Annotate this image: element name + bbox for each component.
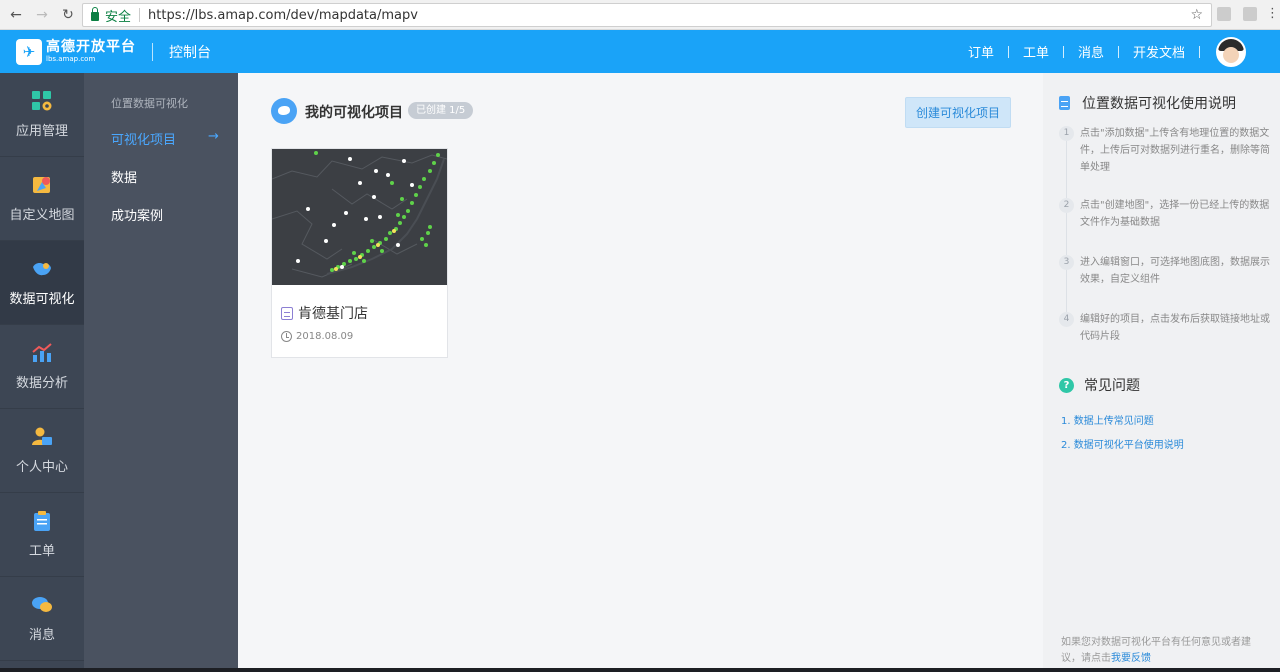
star-icon[interactable]: ☆ <box>1190 7 1203 23</box>
subnav-item-cases[interactable]: 成功案例 <box>111 205 163 224</box>
help-header: 位置数据可视化使用说明 <box>1059 93 1236 113</box>
amap-logo-icon: ✈ <box>16 38 42 65</box>
step-number: 1 <box>1059 126 1074 141</box>
help-panel: 位置数据可视化使用说明 1 点击"添加数据"上传含有地理位置的数据文件，上传后可… <box>1043 73 1280 672</box>
faq-title: 常见问题 <box>1084 378 1140 394</box>
project-name: 肯德基门店 <box>298 306 368 322</box>
subnav-title: 位置数据可视化 <box>111 97 188 110</box>
logo[interactable]: ✈ 高德开放平台 lbs.amap.com <box>16 38 136 65</box>
back-icon[interactable]: ← <box>6 5 26 25</box>
console-link[interactable]: 控制台 <box>169 42 211 62</box>
secondary-nav: 位置数据可视化 可视化项目 → 数据 成功案例 <box>84 73 238 672</box>
sidebar-item-label: 数据可视化 <box>9 292 75 307</box>
help-title: 位置数据可视化使用说明 <box>1082 96 1236 112</box>
china-map-icon <box>271 98 297 124</box>
sidebar-item-messages[interactable]: 消息 <box>0 577 84 661</box>
sidebar-item-label: 消息 <box>28 628 55 643</box>
document-icon <box>1059 96 1070 110</box>
chart-icon <box>32 343 52 362</box>
url-text[interactable]: https://lbs.amap.com/dev/mapdata/mapv <box>148 8 418 23</box>
map-preview-image <box>272 149 447 285</box>
nav-docs[interactable]: 开发文档 <box>1119 42 1199 61</box>
divider <box>1199 45 1200 58</box>
extension-icon[interactable] <box>1217 7 1231 21</box>
chat-icon <box>32 597 52 612</box>
create-project-button[interactable]: 创建可视化项目 <box>905 97 1011 128</box>
question-icon: ? <box>1059 377 1074 393</box>
divider <box>152 42 153 61</box>
sidebar-item-tickets[interactable]: 工单 <box>0 493 84 577</box>
step-number: 4 <box>1059 312 1074 327</box>
arrow-right-icon: → <box>208 129 219 144</box>
browser-bar: ← → ↻ 安全 https://lbs.amap.com/dev/mapdat… <box>0 0 1280 30</box>
lock-icon <box>91 7 99 21</box>
feedback-text: 如果您对数据可视化平台有任何意见或者建议，请点击 <box>1061 637 1251 664</box>
divider <box>139 8 141 22</box>
feedback-link[interactable]: 我要反馈 <box>1111 653 1151 664</box>
extension-shield-icon[interactable] <box>1243 7 1257 21</box>
map-thumbnail[interactable] <box>272 149 447 285</box>
page-title: 我的可视化项目 <box>305 105 403 121</box>
step-text: 编辑好的项目，点击发布后获取链接地址或代码片段 <box>1080 314 1270 342</box>
project-date: 2018.08.09 <box>296 331 354 342</box>
step-connector <box>1066 133 1067 321</box>
subnav-item-data[interactable]: 数据 <box>111 167 137 186</box>
avatar[interactable] <box>1216 37 1246 67</box>
reload-icon[interactable]: ↻ <box>58 5 78 25</box>
custom-map-icon <box>33 177 50 193</box>
clock-icon <box>281 331 292 342</box>
menu-icon[interactable]: ⋮ <box>1266 6 1279 21</box>
main-content: 我的可视化项目 已创建 1/5 创建可视化项目 肯德基门店 2018.08.09 <box>238 73 1043 672</box>
secure-label: 安全 <box>105 9 132 25</box>
sidebar-item-label: 工单 <box>28 544 55 559</box>
sidebar: 应用管理 自定义地图 数据可视化 数据分析 个人中心 工单 消息 <box>0 73 84 672</box>
subnav-item-projects[interactable]: 可视化项目 <box>111 129 176 148</box>
status-badge: 已创建 1/5 <box>408 102 474 119</box>
step-number: 2 <box>1059 198 1074 213</box>
person-icon <box>32 427 52 445</box>
sidebar-item-label: 个人中心 <box>15 460 68 475</box>
project-name-row: 肯德基门店 <box>281 303 368 323</box>
logo-title: 高德开放平台 <box>46 39 136 55</box>
top-header: ✈ 高德开放平台 lbs.amap.com 控制台 订单 工单 消息 开发文档 <box>0 30 1280 73</box>
step-text: 点击"添加数据"上传含有地理位置的数据文件，上传后可对数据列进行重名，删除等简单… <box>1080 128 1270 173</box>
clipboard-icon <box>34 511 50 531</box>
china-map-icon <box>33 263 51 276</box>
step-text: 进入编辑窗口，可选择地图底图，数据展示效果，自定义组件 <box>1080 257 1270 285</box>
faq-link-usage[interactable]: 2. 数据可视化平台使用说明 <box>1061 436 1184 451</box>
sidebar-item-custom-map[interactable]: 自定义地图 <box>0 157 84 241</box>
sidebar-item-profile[interactable]: 个人中心 <box>0 409 84 493</box>
sidebar-item-label: 数据分析 <box>15 376 68 391</box>
sidebar-item-data-viz[interactable]: 数据可视化 <box>0 241 84 325</box>
project-card[interactable]: 肯德基门店 2018.08.09 <box>271 148 448 358</box>
logo-subtitle: lbs.amap.com <box>46 55 96 63</box>
sidebar-item-label: 应用管理 <box>15 124 68 139</box>
document-icon <box>281 306 293 320</box>
faq-header: ? 常见问题 <box>1059 375 1140 395</box>
project-date-row: 2018.08.09 <box>281 331 353 342</box>
sidebar-item-analysis[interactable]: 数据分析 <box>0 325 84 409</box>
faq-link-upload[interactable]: 1. 数据上传常见问题 <box>1061 412 1154 427</box>
sidebar-item-label: 自定义地图 <box>9 208 75 223</box>
app-grid-icon <box>32 91 52 111</box>
nav-tickets[interactable]: 工单 <box>1009 42 1063 61</box>
os-taskbar <box>0 668 1280 672</box>
feedback-note: 如果您对数据可视化平台有任何意见或者建议，请点击我要反馈 <box>1061 635 1267 667</box>
nav-messages[interactable]: 消息 <box>1064 42 1118 61</box>
step-number: 3 <box>1059 255 1074 270</box>
address-bar[interactable]: 安全 https://lbs.amap.com/dev/mapdata/mapv… <box>82 3 1212 27</box>
forward-icon[interactable]: → <box>32 5 52 25</box>
sidebar-item-apps[interactable]: 应用管理 <box>0 73 84 157</box>
step-text: 点击"创建地图"，选择一份已经上传的数据文件作为基础数据 <box>1080 200 1270 228</box>
nav-orders[interactable]: 订单 <box>954 42 1008 61</box>
header-nav: 订单 工单 消息 开发文档 <box>954 30 1200 73</box>
